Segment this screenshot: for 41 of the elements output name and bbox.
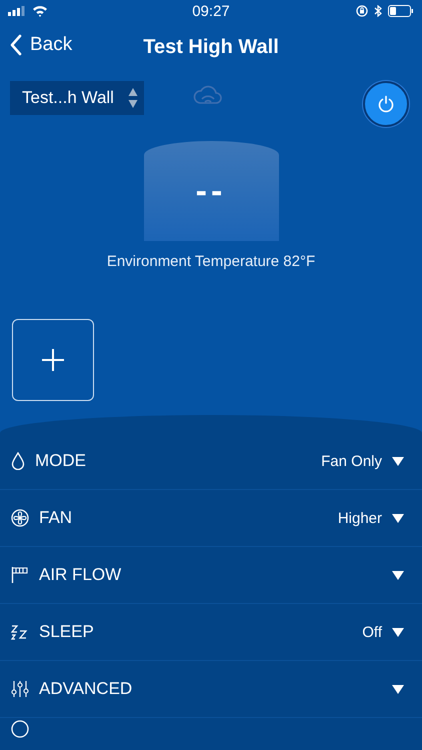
sliders-icon — [11, 680, 29, 698]
settings-row[interactable]: ADVANCED — [0, 661, 422, 718]
wifi-icon — [32, 5, 48, 17]
windsock-icon — [11, 566, 29, 584]
settings-row[interactable]: AIR FLOW — [0, 547, 422, 604]
dropdown-arrow-icon — [392, 570, 404, 580]
add-button[interactable] — [12, 319, 94, 401]
stepper-arrows-icon — [128, 87, 138, 109]
dropdown-arrow-icon — [392, 456, 404, 466]
setting-label: FAN — [39, 508, 72, 528]
setting-value: Higher — [338, 510, 382, 526]
bluetooth-icon — [374, 5, 382, 17]
fan-icon — [11, 509, 29, 527]
signal-icon — [8, 6, 26, 16]
settings-row[interactable]: MODE Fan Only — [0, 433, 422, 490]
dropdown-arrow-icon — [392, 628, 404, 636]
back-button[interactable]: Back — [10, 34, 72, 56]
sleep-icon — [11, 624, 29, 640]
setting-value: Fan Only — [321, 452, 382, 470]
chevron-left-icon — [10, 34, 22, 56]
settings-row[interactable]: SLEEP Off — [0, 604, 422, 661]
droplet-icon — [11, 452, 25, 470]
dropdown-arrow-icon — [392, 514, 404, 522]
setting-label: MODE — [35, 451, 86, 471]
power-button[interactable] — [363, 81, 409, 127]
status-time: 09:27 — [192, 2, 230, 20]
setting-value: Off — [362, 624, 382, 640]
temperature-display: -- — [144, 141, 278, 241]
circle-icon — [11, 720, 29, 738]
settings-row[interactable]: FAN Higher — [0, 490, 422, 547]
setting-label: SLEEP — [39, 622, 94, 642]
screen-title: Test High Wall — [143, 36, 279, 58]
setting-label: AIR FLOW — [39, 565, 122, 585]
rotation-lock-icon — [356, 5, 368, 17]
dropdown-arrow-icon — [392, 684, 404, 694]
setting-label: ADVANCED — [39, 679, 132, 699]
battery-icon — [388, 5, 414, 17]
power-icon — [377, 95, 395, 113]
environment-temperature: Environment Temperature 82°F — [106, 253, 316, 270]
device-picker[interactable]: Test...h Wall — [10, 81, 144, 115]
plus-icon — [41, 348, 65, 372]
